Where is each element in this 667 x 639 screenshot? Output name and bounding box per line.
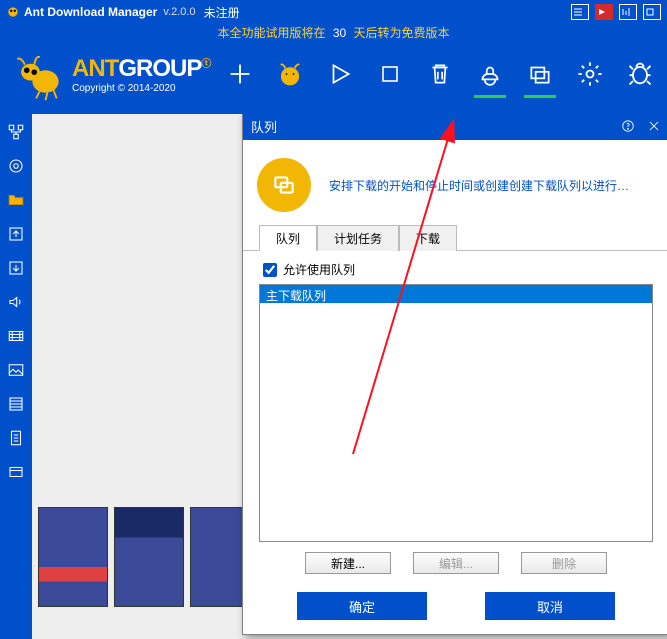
titlebar: Ant Download Manager v.2.0.0 未注册: [0, 0, 667, 24]
logo: ANTGROUPⓣ Copyright © 2014-2020: [8, 44, 210, 104]
settings-side-icon[interactable]: [4, 154, 28, 178]
titlebar-actions: [571, 4, 661, 20]
list-item[interactable]: 主下载队列: [260, 285, 652, 303]
record-icon[interactable]: [595, 4, 613, 20]
tab-queue[interactable]: 队列: [259, 225, 317, 251]
restore-icon[interactable]: [643, 4, 661, 20]
thumbnail[interactable]: [114, 507, 184, 607]
document-icon[interactable]: [4, 426, 28, 450]
app-name: Ant Download Manager: [24, 5, 157, 19]
header: ANTGROUPⓣ Copyright © 2014-2020: [0, 40, 667, 114]
volume-icon[interactable]: [4, 290, 28, 314]
download-icon[interactable]: [4, 256, 28, 280]
edit-button[interactable]: 编辑...: [413, 552, 499, 574]
tab-download[interactable]: 下载: [399, 225, 457, 251]
queue-listbox[interactable]: 主下载队列: [259, 284, 653, 542]
app-icon: [6, 5, 20, 19]
tab-schedule[interactable]: 计划任务: [317, 225, 399, 251]
cancel-button[interactable]: 取消: [485, 592, 615, 620]
video-icon[interactable]: [4, 324, 28, 348]
dialog-title: 队列: [251, 117, 277, 136]
dialog-titlebar: 队列: [243, 114, 667, 140]
allow-checkbox-input[interactable]: [263, 263, 277, 277]
register-status: 未注册: [204, 4, 240, 21]
sidebar: [0, 114, 32, 639]
image-icon[interactable]: [4, 358, 28, 382]
window-icon[interactable]: [4, 460, 28, 484]
delete-button[interactable]: [422, 56, 458, 92]
version-label: v.2.0.0: [163, 6, 195, 18]
thumbnails: [32, 503, 266, 611]
dialog-description: 安排下载的开始和停止时间或创建创建下载队列以进行…: [329, 177, 655, 194]
brand-text: ANTGROUPⓣ: [72, 55, 210, 83]
allow-queues-checkbox[interactable]: 允许使用队列: [259, 261, 653, 278]
folder-icon[interactable]: [4, 188, 28, 212]
delete-button[interactable]: 删除: [521, 552, 607, 574]
upload-icon[interactable]: [4, 222, 28, 246]
structure-icon[interactable]: [4, 120, 28, 144]
help-icon[interactable]: [621, 119, 635, 133]
speed-button[interactable]: [472, 56, 508, 92]
trial-notice: 本全功能试用版将在 30 天后转为免费版本: [0, 24, 667, 40]
dialog-queue-icon: [257, 158, 311, 212]
play-button[interactable]: [322, 56, 358, 92]
tabs: 队列 计划任务 下载: [243, 224, 667, 251]
queue-button[interactable]: [522, 56, 558, 92]
archive-icon[interactable]: [4, 392, 28, 416]
content-area: 下载吧 队列 安排下载的开始和停止时间或创建创建下载队列以进行… 队列: [32, 114, 667, 639]
settings-button[interactable]: [572, 56, 608, 92]
stop-button[interactable]: [372, 56, 408, 92]
ant-button[interactable]: [272, 56, 308, 92]
ant-logo-icon: [8, 44, 68, 104]
new-button[interactable]: 新建...: [305, 552, 391, 574]
ok-button[interactable]: 确定: [297, 592, 427, 620]
equalizer-icon[interactable]: [619, 4, 637, 20]
queue-dialog: 队列 安排下载的开始和停止时间或创建创建下载队列以进行… 队列 计划任务 下载: [242, 114, 667, 635]
thumbnail[interactable]: [38, 507, 108, 607]
add-button[interactable]: [222, 56, 258, 92]
menu-icon[interactable]: [571, 4, 589, 20]
bug-button[interactable]: [622, 56, 658, 92]
close-icon[interactable]: [647, 119, 661, 133]
copyright: Copyright © 2014-2020: [72, 83, 210, 94]
toolbar: [222, 56, 667, 92]
